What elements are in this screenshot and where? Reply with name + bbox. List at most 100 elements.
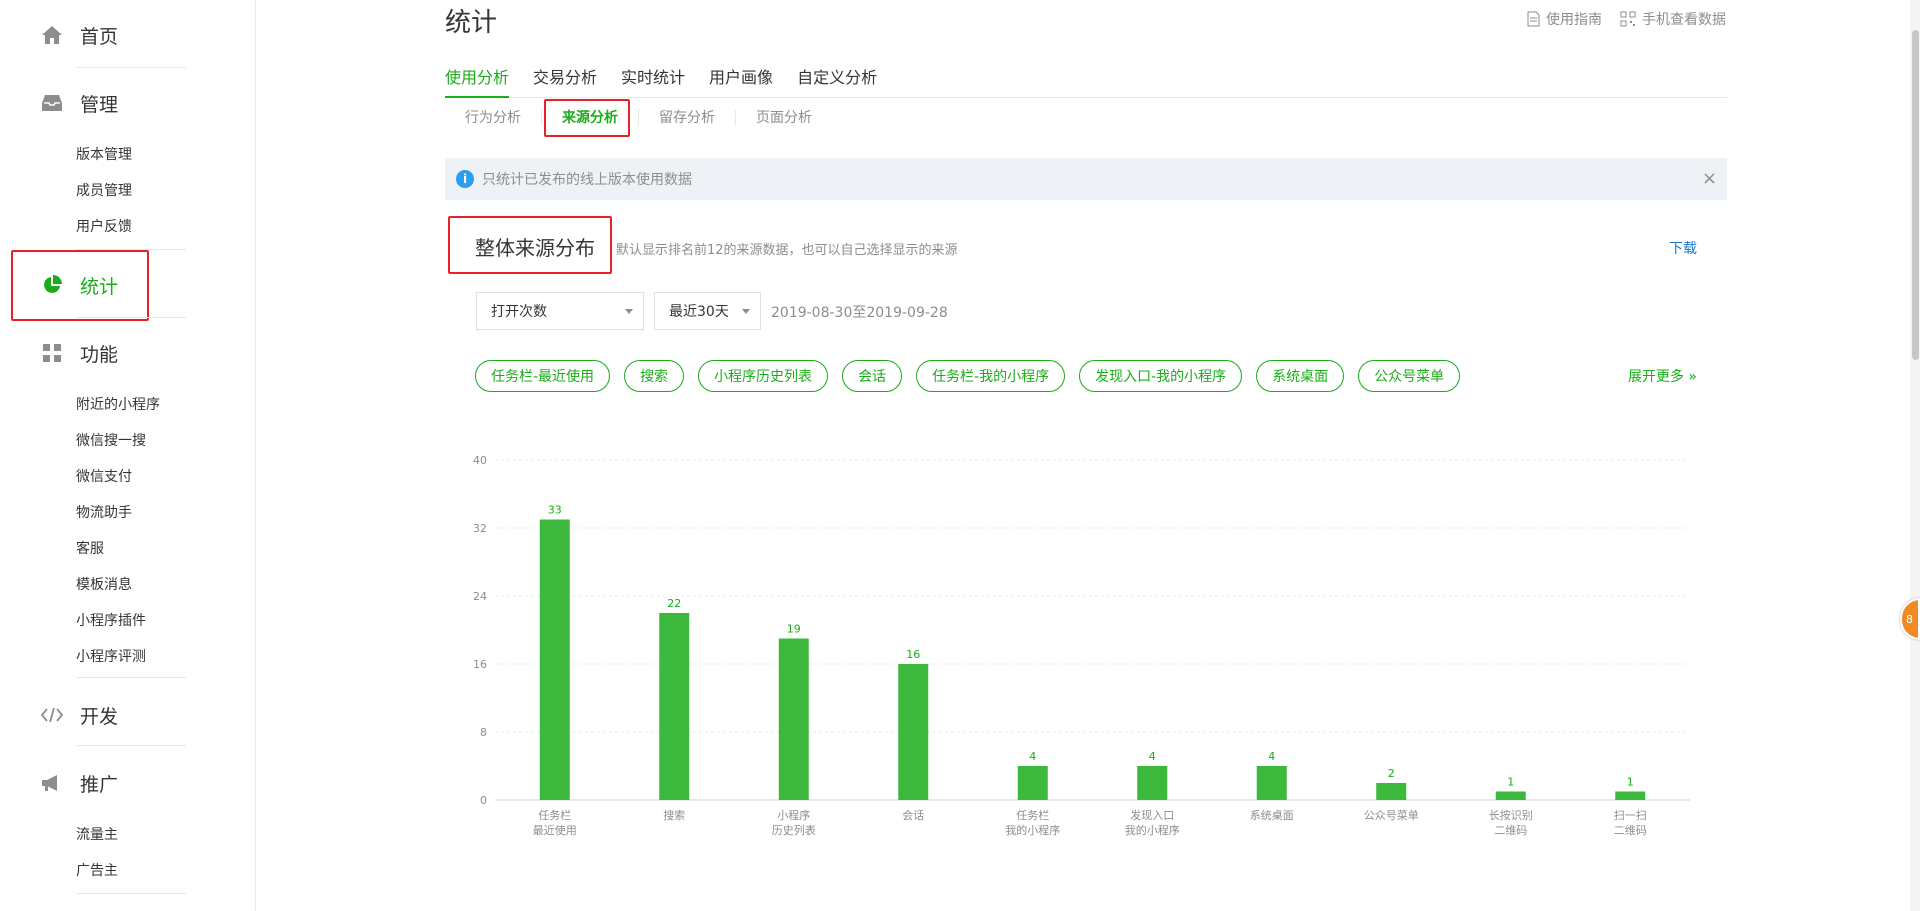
bar-value-label: 22 (667, 597, 681, 610)
subtab-retention[interactable]: 留存分析 (638, 110, 735, 126)
source-bar-chart: 081624324033任务栏最近使用22搜索19小程序历史列表16会话4任务栏… (473, 454, 1690, 837)
divider (76, 249, 186, 250)
bar (539, 519, 570, 800)
notice-text: 只统计已发布的线上版本使用数据 (482, 172, 692, 188)
bar-value-label: 33 (548, 504, 562, 517)
sidebar-item-service[interactable]: 客服 (76, 538, 104, 558)
sidebar-item-logistics[interactable]: 物流助手 (76, 502, 132, 522)
guide-link[interactable]: 使用指南 (1527, 9, 1602, 29)
bar (1256, 766, 1287, 800)
nav-stats[interactable]: 统计 (40, 273, 118, 298)
expand-more-link[interactable]: 展开更多 » (1628, 366, 1697, 386)
metric-select[interactable]: 打开次数 (476, 292, 644, 330)
x-tick-label: 最近使用 (533, 824, 577, 837)
x-tick-label: 二维码 (1494, 824, 1527, 837)
sidebar-item-template[interactable]: 模板消息 (76, 574, 132, 594)
y-tick-label: 8 (480, 726, 487, 739)
x-tick-label: 扫一扫 (1614, 809, 1647, 822)
source-chip[interactable]: 任务栏-最近使用 (475, 360, 611, 392)
mobile-data-link[interactable]: 手机查看数据 (1620, 9, 1726, 29)
divider (76, 745, 186, 746)
bar-value-label: 1 (1507, 776, 1514, 789)
download-link[interactable]: 下载 (1669, 238, 1697, 258)
tab-portrait[interactable]: 用户画像 (709, 64, 773, 98)
tab-realtime[interactable]: 实时统计 (621, 64, 685, 98)
subtab-page[interactable]: 页面分析 (735, 110, 832, 126)
y-tick-label: 40 (473, 454, 487, 467)
qrcode-icon (1620, 11, 1636, 27)
page-title: 统计 (445, 8, 498, 38)
nav-home[interactable]: 首页 (40, 23, 118, 48)
code-icon (40, 703, 64, 727)
source-chip[interactable]: 搜索 (624, 360, 685, 392)
source-chip[interactable]: 会话 (842, 360, 903, 392)
sidebar-item-feedback[interactable]: 用户反馈 (76, 216, 132, 236)
sidebar-item-pay[interactable]: 微信支付 (76, 466, 132, 486)
tab-trade[interactable]: 交易分析 (533, 64, 597, 98)
period-select-value: 最近30天 (669, 304, 729, 320)
tab-custom[interactable]: 自定义分析 (797, 64, 877, 98)
panel-description: 默认显示排名前12的来源数据，也可以自己选择显示的来源 (616, 243, 958, 258)
source-chip[interactable]: 任务栏-我的小程序 (916, 360, 1066, 392)
chevron-down-icon (625, 309, 633, 314)
main-tabs: 使用分析 交易分析 实时统计 用户画像 自定义分析 (445, 64, 1727, 98)
document-icon (1527, 11, 1540, 27)
source-chip[interactable]: 系统桌面 (1256, 360, 1345, 392)
y-tick-label: 0 (480, 794, 487, 807)
bar (1137, 766, 1168, 800)
x-tick-label: 长按识别 (1489, 808, 1533, 822)
x-tick-label: 二维码 (1614, 824, 1647, 837)
period-select[interactable]: 最近30天 (654, 292, 761, 330)
sidebar-item-version[interactable]: 版本管理 (76, 144, 132, 164)
divider (76, 67, 186, 68)
x-tick-label: 公众号菜单 (1364, 809, 1419, 822)
x-tick-label: 任务栏 (538, 808, 571, 822)
bar (1495, 791, 1526, 800)
source-chip[interactable]: 发现入口-我的小程序 (1079, 360, 1243, 392)
nav-promote[interactable]: 推广 (40, 771, 118, 796)
floating-badge[interactable]: 8 (1900, 598, 1920, 640)
x-tick-label: 我的小程序 (1125, 823, 1180, 837)
sidebar-item-search[interactable]: 微信搜一搜 (76, 430, 146, 450)
info-icon: i (456, 170, 474, 188)
bar (1017, 766, 1048, 800)
source-chip[interactable]: 小程序历史列表 (698, 360, 829, 392)
x-tick-label: 任务栏 (1016, 808, 1049, 822)
divider (76, 677, 186, 678)
sidebar-item-traffic[interactable]: 流量主 (76, 824, 118, 844)
x-tick-label: 小程序 (777, 808, 810, 822)
source-panel: 整体来源分布 默认显示排名前12的来源数据，也可以自己选择显示的来源 下载 打开… (445, 210, 1727, 911)
sidebar-item-review[interactable]: 小程序评测 (76, 646, 146, 666)
expand-more-label: 展开更多 (1627, 369, 1684, 385)
sidebar-item-nearby[interactable]: 附近的小程序 (76, 394, 160, 414)
source-chip[interactable]: 公众号菜单 (1358, 360, 1461, 392)
tab-usage[interactable]: 使用分析 (445, 64, 510, 98)
notice-bar: i 只统计已发布的线上版本使用数据 × (445, 158, 1727, 200)
subtab-source[interactable]: 来源分析 (541, 110, 638, 126)
sidebar-item-advertiser[interactable]: 广告主 (76, 860, 118, 880)
divider (76, 893, 186, 894)
nav-manage[interactable]: 管理 (40, 91, 119, 116)
chevron-down-icon (742, 309, 750, 314)
close-icon[interactable]: × (1702, 168, 1717, 189)
bar-value-label: 4 (1149, 750, 1156, 763)
nav-dev-label: 开发 (80, 705, 119, 728)
bar-value-label: 19 (787, 623, 801, 636)
subtab-behavior[interactable]: 行为分析 (445, 110, 541, 126)
nav-manage-label: 管理 (80, 93, 119, 116)
x-tick-label: 我的小程序 (1005, 823, 1060, 837)
bar (778, 638, 809, 800)
x-tick-label: 系统桌面 (1250, 809, 1294, 822)
sidebar-item-members[interactable]: 成员管理 (76, 180, 132, 200)
nav-dev[interactable]: 开发 (40, 703, 119, 728)
scrollbar-thumb[interactable] (1912, 30, 1919, 360)
divider (76, 317, 186, 318)
y-tick-label: 16 (473, 658, 487, 671)
scrollbar[interactable] (1910, 0, 1920, 911)
pie-chart-icon (40, 273, 64, 297)
nav-features[interactable]: 功能 (40, 341, 118, 366)
sidebar-item-plugin[interactable]: 小程序插件 (76, 610, 146, 630)
bar-value-label: 4 (1268, 750, 1275, 763)
date-range: 2019-08-30至2019-09-28 (771, 305, 948, 321)
bar (1615, 791, 1646, 800)
